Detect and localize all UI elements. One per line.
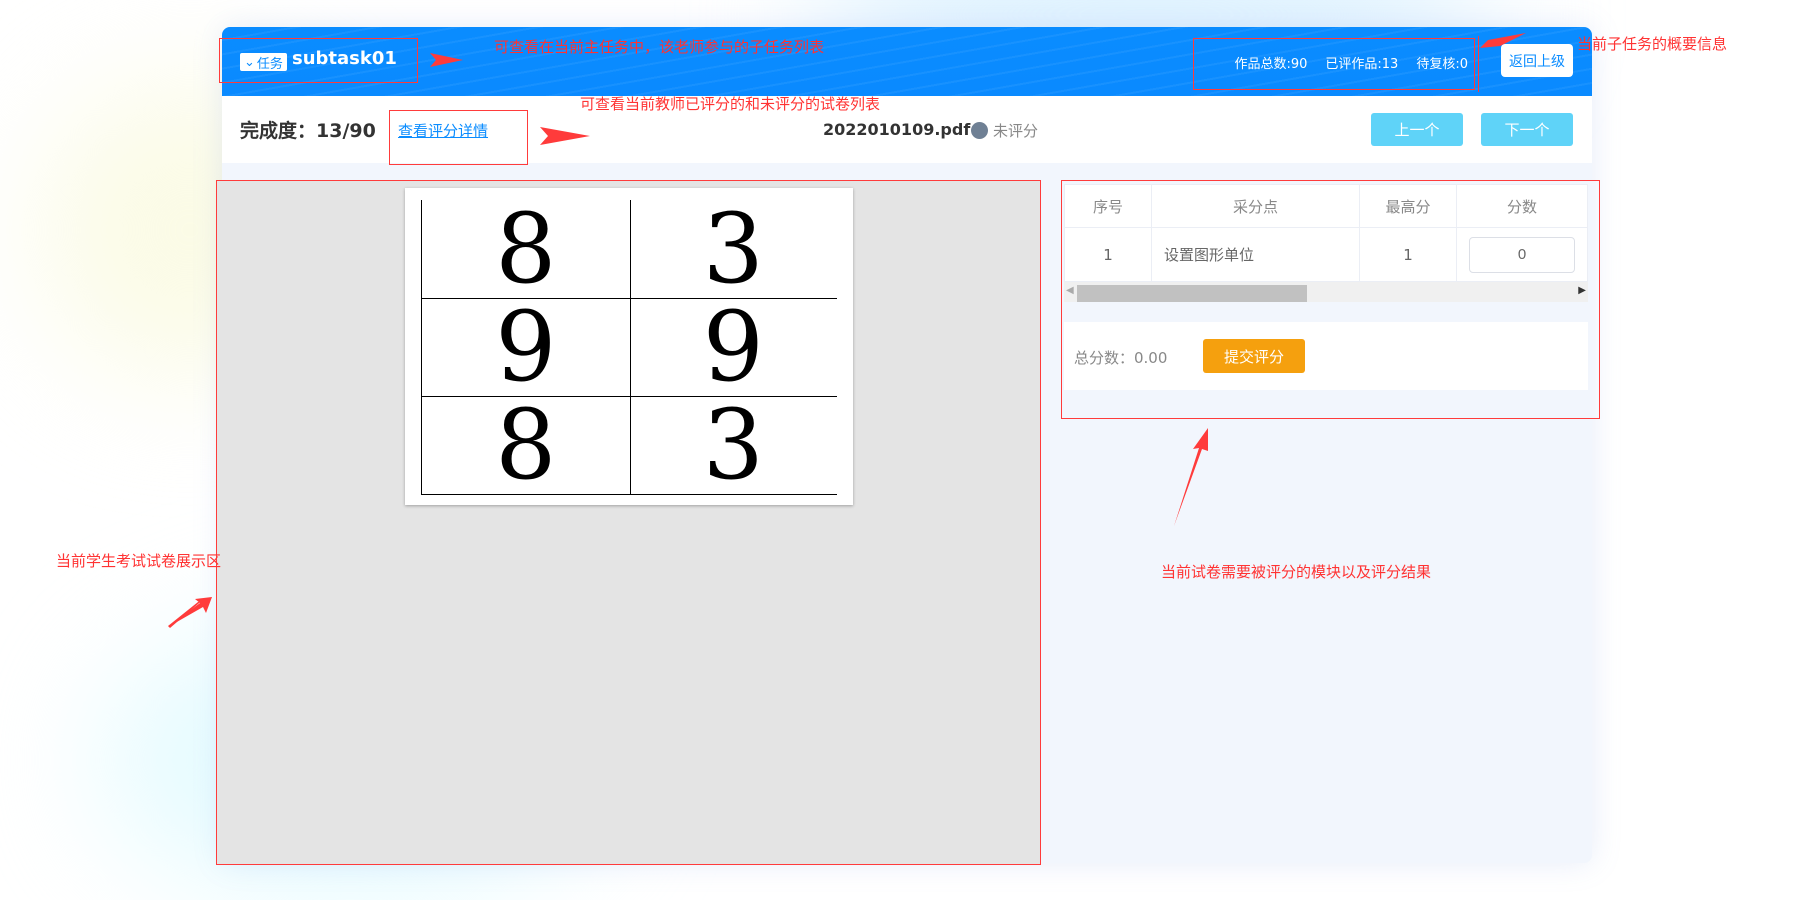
annotation-arrows-icon [168,33,1526,628]
